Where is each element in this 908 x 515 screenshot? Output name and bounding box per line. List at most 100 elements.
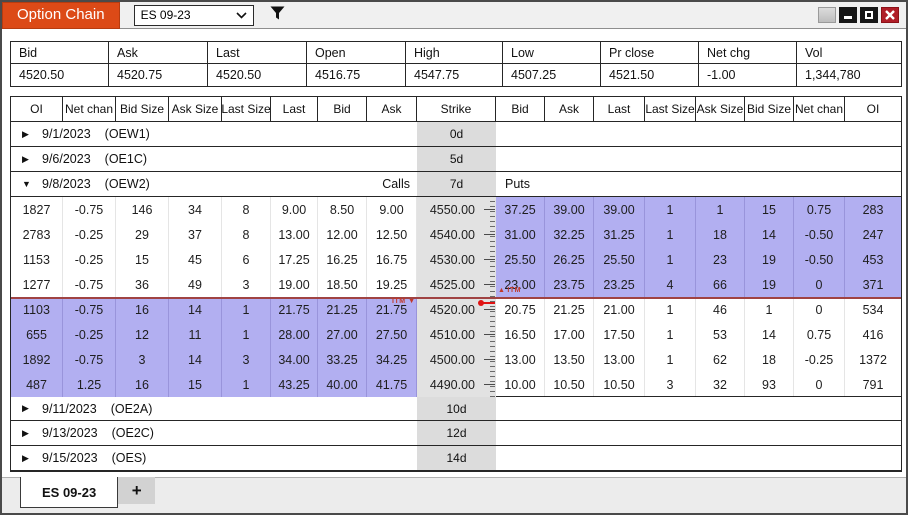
cell-put-asksize[interactable]: 62 [696, 347, 745, 372]
minimize-button[interactable] [839, 7, 857, 23]
cell-call-asksize[interactable]: 34 [169, 197, 222, 222]
cell-call-asksize[interactable]: 37 [169, 222, 222, 247]
expand-icon[interactable]: ▶ [22, 453, 42, 464]
cell-call-ask[interactable]: 9.00 [367, 197, 417, 222]
cell-call-bid[interactable]: 27.00 [318, 322, 367, 347]
cell-call-ask[interactable]: 41.75 [367, 372, 417, 397]
cell-put-bid[interactable]: 10.00 [496, 372, 545, 397]
cell-call-bidsize[interactable]: 16 [116, 372, 169, 397]
cell-call-asksize[interactable]: 15 [169, 372, 222, 397]
cell-put-ask[interactable]: 39.00 [545, 197, 594, 222]
cell-put-bidsize[interactable]: 1 [745, 297, 794, 322]
cell-call-bidsize[interactable]: 29 [116, 222, 169, 247]
cell-put-ask[interactable]: 32.25 [545, 222, 594, 247]
cell-call-ask[interactable]: 12.50 [367, 222, 417, 247]
cell-put-oi[interactable]: 371 [845, 272, 901, 297]
cell-put-ask[interactable]: 21.25 [545, 297, 594, 322]
cell-strike[interactable]: 4540.00 [417, 222, 480, 247]
cell-strike[interactable]: 4550.00 [417, 197, 480, 222]
expand-icon[interactable]: ▶ [22, 403, 42, 414]
collapse-icon[interactable]: ▼ [22, 179, 42, 189]
expiry-row-9-15-2023[interactable]: ▶ 9/15/2023 (OES) 14d [11, 446, 901, 471]
cell-call-bid[interactable]: 12.00 [318, 222, 367, 247]
cell-call-lastsize[interactable]: 6 [222, 247, 271, 272]
cell-put-bid[interactable]: 13.00 [496, 347, 545, 372]
cell-put-last[interactable]: 39.00 [594, 197, 645, 222]
cell-put-ask[interactable]: 26.25 [545, 247, 594, 272]
cell-call-lastsize[interactable]: 1 [222, 372, 271, 397]
cell-strike[interactable]: 4500.00 [417, 347, 480, 372]
cell-put-ask[interactable]: 10.50 [545, 372, 594, 397]
cell-put-bidsize[interactable]: 18 [745, 347, 794, 372]
cell-put-netchg[interactable]: 0 [794, 297, 845, 322]
cell-put-asksize[interactable]: 23 [696, 247, 745, 272]
cell-call-lastsize[interactable]: 8 [222, 197, 271, 222]
cell-call-oi[interactable]: 1827 [11, 197, 63, 222]
cell-call-bidsize[interactable]: 16 [116, 297, 169, 322]
cell-put-bidsize[interactable]: 15 [745, 197, 794, 222]
instrument-dropdown[interactable]: ES 09-23 [133, 4, 254, 26]
cell-call-bidsize[interactable]: 15 [116, 247, 169, 272]
cell-put-last[interactable]: 31.25 [594, 222, 645, 247]
cell-call-lastsize[interactable]: 1 [222, 322, 271, 347]
cell-put-netchg[interactable]: 0.75 [794, 322, 845, 347]
cell-put-lastsize[interactable]: 1 [645, 197, 696, 222]
cell-put-lastsize[interactable]: 1 [645, 297, 696, 322]
cell-call-asksize[interactable]: 14 [169, 297, 222, 322]
cell-put-oi[interactable]: 453 [845, 247, 901, 272]
cell-put-oi[interactable]: 416 [845, 322, 901, 347]
cell-call-bid[interactable]: 40.00 [318, 372, 367, 397]
cell-put-netchg[interactable]: 0 [794, 372, 845, 397]
cell-put-last[interactable]: 21.00 [594, 297, 645, 322]
cell-put-asksize[interactable]: 18 [696, 222, 745, 247]
cell-call-bid[interactable]: 33.25 [318, 347, 367, 372]
cell-call-bid[interactable]: 16.25 [318, 247, 367, 272]
expand-icon[interactable]: ▶ [22, 428, 42, 439]
cell-put-oi[interactable]: 247 [845, 222, 901, 247]
expand-icon[interactable]: ▶ [22, 154, 42, 165]
cell-put-bidsize[interactable]: 93 [745, 372, 794, 397]
expiry-row-9-6-2023[interactable]: ▶ 9/6/2023 (OE1C) 5d [11, 147, 901, 172]
cell-call-ask[interactable]: 27.50 [367, 322, 417, 347]
cell-call-ask[interactable]: 16.75 [367, 247, 417, 272]
cell-call-oi[interactable]: 655 [11, 322, 63, 347]
cell-call-netchg[interactable]: -0.75 [63, 347, 116, 372]
cell-call-bid[interactable]: 8.50 [318, 197, 367, 222]
cell-call-netchg[interactable]: -0.75 [63, 297, 116, 322]
cell-call-lastsize[interactable]: 3 [222, 272, 271, 297]
cell-put-bidsize[interactable]: 19 [745, 247, 794, 272]
cell-call-asksize[interactable]: 11 [169, 322, 222, 347]
cell-call-asksize[interactable]: 49 [169, 272, 222, 297]
cell-put-netchg[interactable]: 0.75 [794, 197, 845, 222]
cell-call-netchg[interactable]: -0.75 [63, 272, 116, 297]
cell-put-ask[interactable]: 23.75 [545, 272, 594, 297]
cell-put-asksize[interactable]: 32 [696, 372, 745, 397]
cell-call-ask[interactable]: 19.25 [367, 272, 417, 297]
cell-strike[interactable]: 4520.00 [417, 297, 480, 322]
cell-put-bid[interactable]: 20.75 [496, 297, 545, 322]
cell-put-bidsize[interactable]: 14 [745, 222, 794, 247]
cell-put-bid[interactable]: 25.50 [496, 247, 545, 272]
cell-put-asksize[interactable]: 53 [696, 322, 745, 347]
expand-icon[interactable]: ▶ [22, 129, 42, 140]
cell-call-netchg[interactable]: -0.25 [63, 247, 116, 272]
cell-call-netchg[interactable]: 1.25 [63, 372, 116, 397]
cell-put-last[interactable]: 17.50 [594, 322, 645, 347]
cell-call-oi[interactable]: 1103 [11, 297, 63, 322]
cell-put-bidsize[interactable]: 14 [745, 322, 794, 347]
cell-call-asksize[interactable]: 45 [169, 247, 222, 272]
cell-call-last[interactable]: 19.00 [271, 272, 318, 297]
cell-put-asksize[interactable]: 46 [696, 297, 745, 322]
cell-call-lastsize[interactable]: 8 [222, 222, 271, 247]
cell-put-bidsize[interactable]: 19 [745, 272, 794, 297]
cell-call-bidsize[interactable]: 36 [116, 272, 169, 297]
cell-call-netchg[interactable]: -0.75 [63, 197, 116, 222]
cell-call-last[interactable]: 43.25 [271, 372, 318, 397]
expiry-row-9-13-2023[interactable]: ▶ 9/13/2023 (OE2C) 12d [11, 421, 901, 446]
cell-put-netchg[interactable]: -0.50 [794, 222, 845, 247]
cell-put-oi[interactable]: 1372 [845, 347, 901, 372]
cell-put-bid[interactable]: 37.25 [496, 197, 545, 222]
cell-call-bidsize[interactable]: 146 [116, 197, 169, 222]
cell-call-oi[interactable]: 1153 [11, 247, 63, 272]
cell-put-last[interactable]: 10.50 [594, 372, 645, 397]
